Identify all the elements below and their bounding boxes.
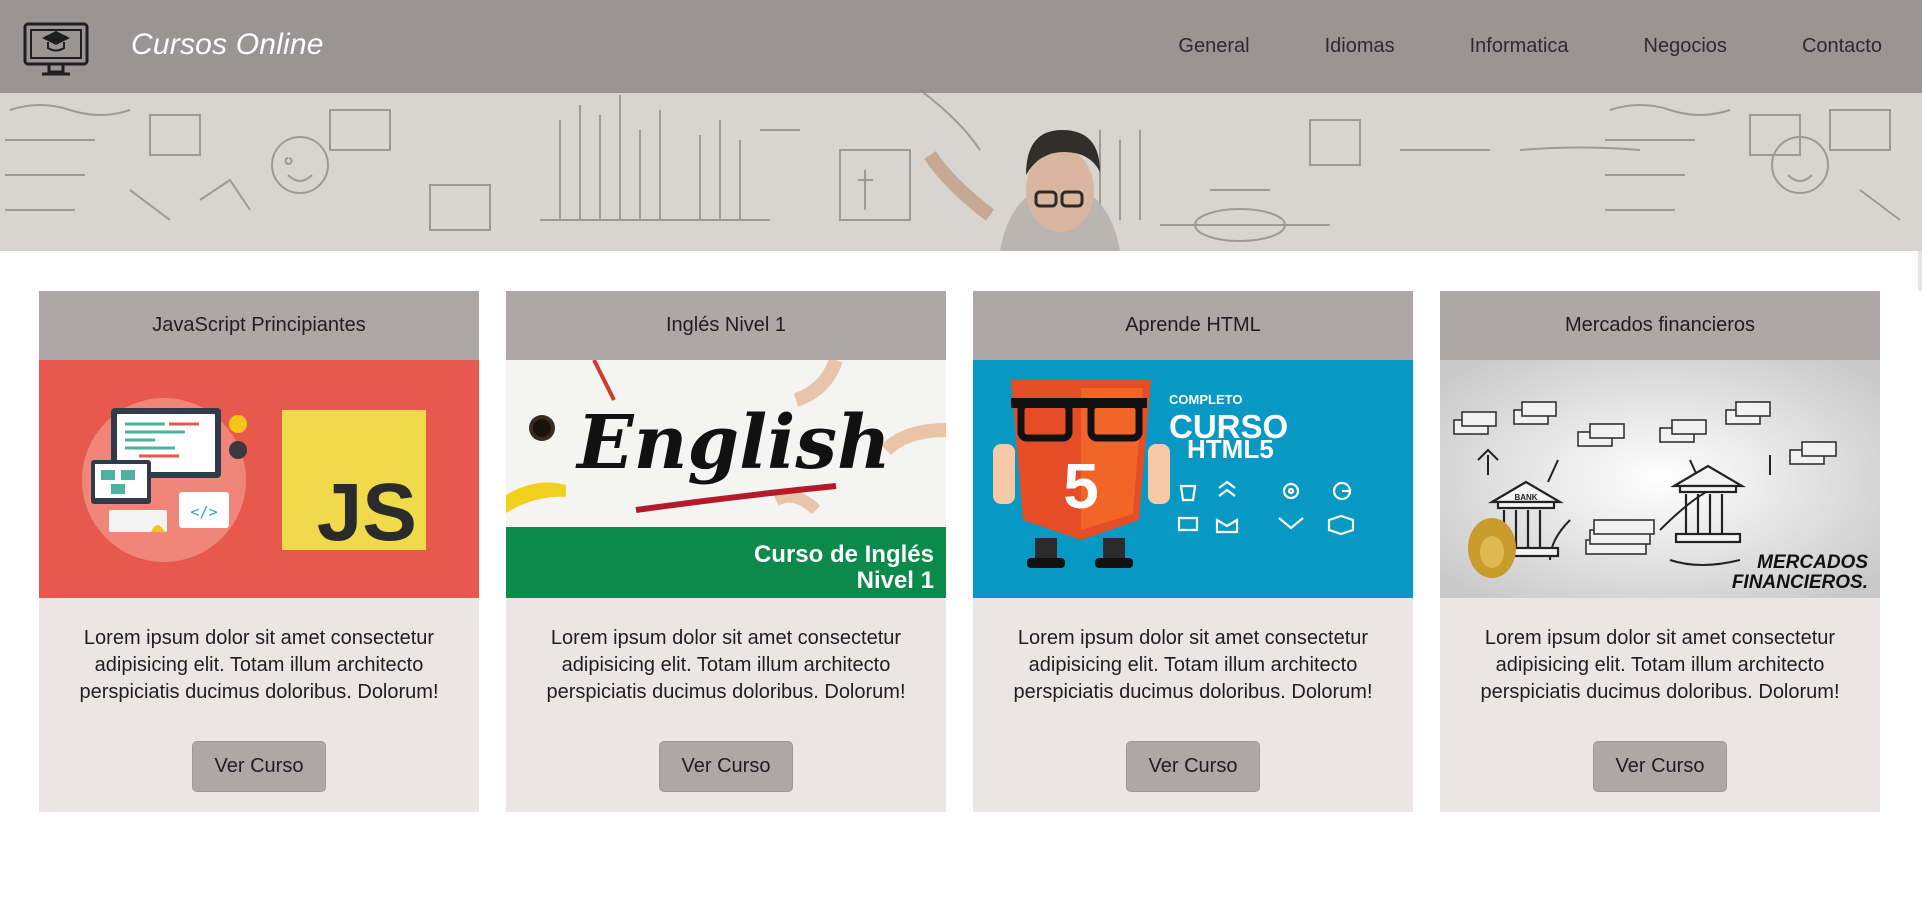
course-card-html: Aprende HTML 5 COMPLETO CURSO HTML5 Lore… — [973, 291, 1413, 812]
html-small: COMPLETO — [1169, 392, 1242, 407]
computer-graduation-cap-icon[interactable] — [22, 14, 90, 76]
ver-curso-button[interactable]: Ver Curso — [1126, 741, 1260, 792]
html-course-image: 5 COMPLETO CURSO HTML5 — [973, 360, 1413, 598]
html-sub: HTML5 — [1187, 434, 1274, 464]
english-headline: English — [575, 400, 891, 486]
ver-curso-button[interactable]: Ver Curso — [1593, 741, 1727, 792]
english-course-image: English Curso de Inglés Nivel 1 — [506, 360, 946, 598]
card-title: Mercados financieros — [1440, 291, 1880, 360]
nav-contacto[interactable]: Contacto — [1802, 35, 1882, 58]
hero-banner: Cursos Online General Idiomas Informatic… — [0, 0, 1922, 251]
finance-line2: FINANCIEROS. — [1732, 572, 1868, 593]
nav-informatica[interactable]: Informatica — [1470, 35, 1569, 58]
javascript-course-image: </> JS — [39, 360, 479, 598]
top-navigation-bar: Cursos Online General Idiomas Informatic… — [0, 0, 1922, 93]
course-cards: JavaScript Principiantes </> JS Lorem ip… — [39, 291, 1880, 812]
finance-line1: MERCADOS — [1757, 552, 1868, 573]
card-description: Lorem ipsum dolor sit amet consectetur a… — [1013, 627, 1373, 703]
card-title: Aprende HTML — [973, 291, 1413, 360]
svg-text:</>: </> — [190, 503, 217, 521]
card-title: Inglés Nivel 1 — [506, 291, 946, 360]
nav-general[interactable]: General — [1178, 35, 1249, 58]
ver-curso-button[interactable]: Ver Curso — [659, 741, 793, 792]
lion-logo-icon — [1468, 518, 1516, 578]
finance-course-image: BANK MERCADOS FINANCIEROS. — [1440, 360, 1880, 598]
js-badge: JS — [317, 467, 417, 558]
course-card-ingles: Inglés Nivel 1 English Curso de Inglés N… — [506, 291, 946, 812]
english-line2: Nivel 1 — [857, 567, 934, 594]
card-description: Lorem ipsum dolor sit amet consectetur a… — [1480, 627, 1840, 703]
english-line1: Curso de Inglés — [754, 541, 934, 568]
html5-shield: 5 — [1063, 450, 1099, 522]
main-nav: General Idiomas Informatica Negocios Con… — [1178, 35, 1882, 58]
bank-label: BANK — [1514, 493, 1537, 502]
course-card-javascript: JavaScript Principiantes </> JS Lorem ip… — [39, 291, 479, 812]
card-title: JavaScript Principiantes — [39, 291, 479, 360]
nav-idiomas[interactable]: Idiomas — [1325, 35, 1395, 58]
course-card-mercados: Mercados financieros BANK MERCADOS FINAN… — [1440, 291, 1880, 812]
nav-negocios[interactable]: Negocios — [1644, 35, 1727, 58]
ver-curso-button[interactable]: Ver Curso — [192, 741, 326, 792]
brand-title[interactable]: Cursos Online — [131, 28, 324, 62]
card-description: Lorem ipsum dolor sit amet consectetur a… — [546, 627, 906, 703]
scrollbar-edge — [1918, 251, 1922, 291]
card-description: Lorem ipsum dolor sit amet consectetur a… — [79, 627, 439, 703]
